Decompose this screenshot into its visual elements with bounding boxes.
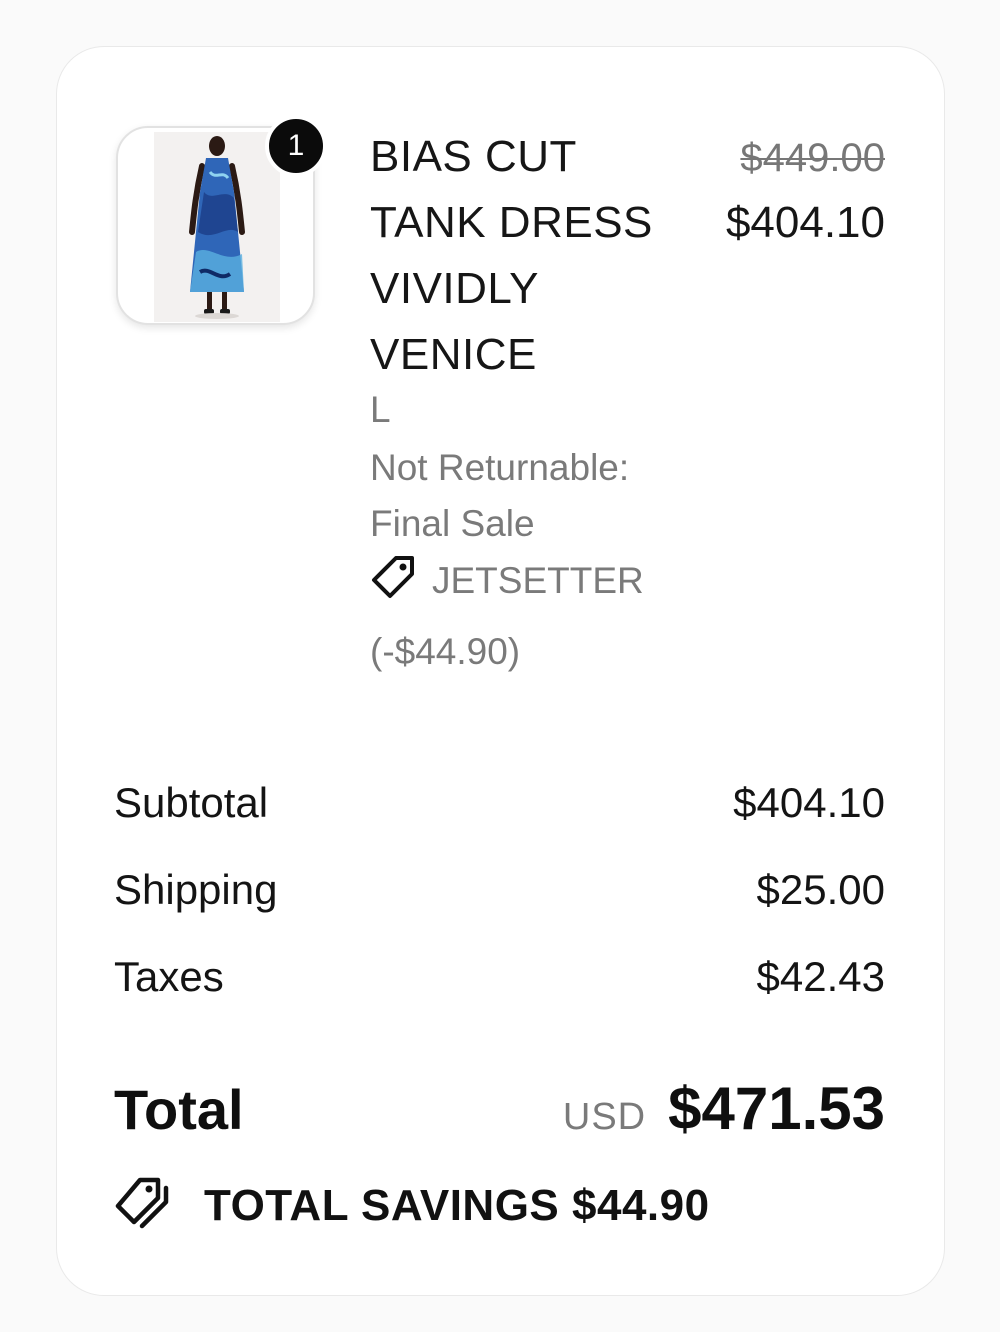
shipping-value: $25.00 <box>756 866 885 913</box>
total-amount: USD $471.53 <box>563 1074 885 1143</box>
product-title[interactable]: BIAS CUT TANK DRESS VIVIDLY VENICE <box>370 124 690 388</box>
total-value: $471.53 <box>668 1075 885 1142</box>
taxes-label: Taxes <box>114 953 224 1000</box>
discount-code-row: JETSETTER <box>370 553 644 609</box>
subtotal-label: Subtotal <box>114 779 269 826</box>
total-savings-row: TOTAL SAVINGS $44.90 <box>114 1176 710 1236</box>
discount-code: JETSETTER <box>432 560 644 601</box>
subtotal-value: $404.10 <box>733 779 885 826</box>
product-title-line: VIVIDLY <box>370 264 539 313</box>
currency-code: USD <box>562 1096 647 1138</box>
return-policy-line: Not Returnable: <box>370 447 630 488</box>
original-price: $449.00 <box>740 136 885 180</box>
total-row: Total USD $471.53 <box>114 1074 885 1146</box>
taxes-value: $42.43 <box>756 953 885 1000</box>
taxes-row: Taxes $42.43 <box>114 949 885 1005</box>
total-savings-text: TOTAL SAVINGS $44.90 <box>204 1181 710 1230</box>
subtotal-row: Subtotal $404.10 <box>114 775 885 831</box>
shipping-row: Shipping $25.00 <box>114 862 885 918</box>
discount-amount: (-$44.90) <box>370 631 521 672</box>
total-label: Total <box>114 1078 244 1141</box>
shipping-label: Shipping <box>114 866 278 913</box>
return-policy-line: Final Sale <box>370 503 535 544</box>
sale-price: $404.10 <box>725 198 885 247</box>
product-photo <box>154 132 280 322</box>
tags-icon <box>114 1176 174 1237</box>
tag-icon <box>370 554 416 609</box>
product-title-line: VENICE <box>370 330 537 379</box>
return-policy: Not Returnable: Final Sale <box>370 440 629 552</box>
variant-size: L <box>370 389 391 430</box>
quantity-badge: 1 <box>265 115 327 177</box>
product-title-line: BIAS CUT <box>370 132 577 181</box>
product-title-line: TANK DRESS <box>370 198 653 247</box>
